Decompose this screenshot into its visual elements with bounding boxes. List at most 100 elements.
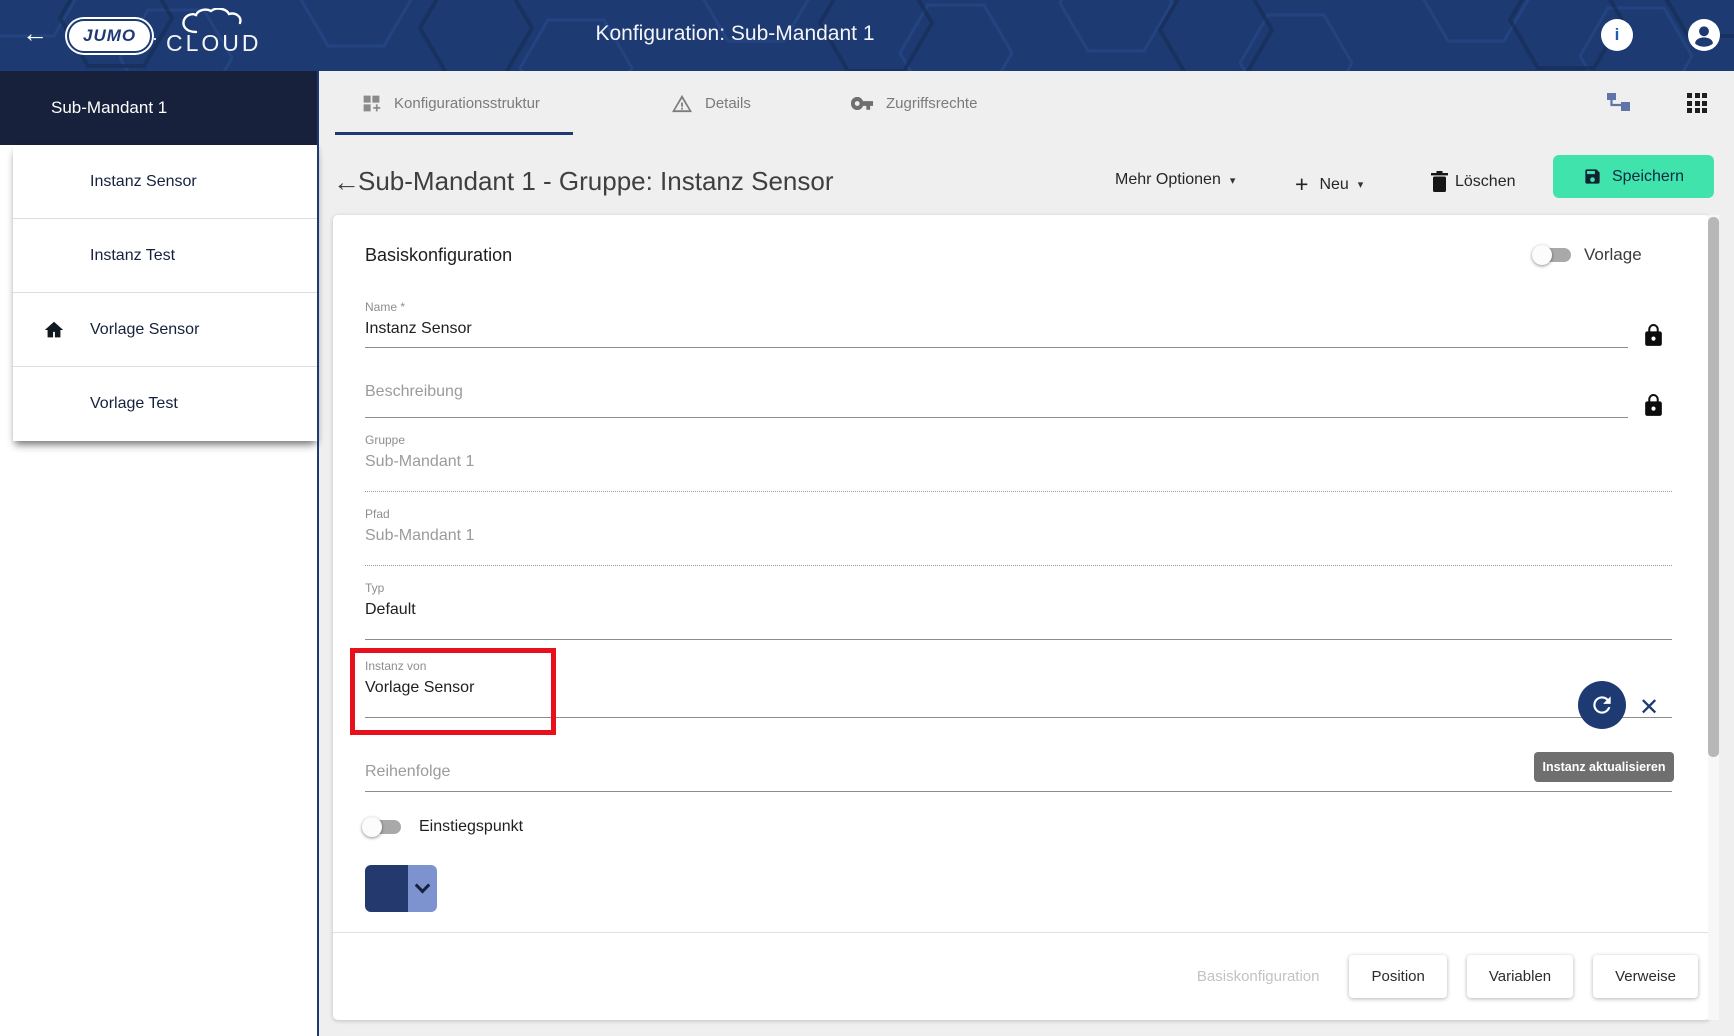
window-title: Konfiguration: Sub-Mandant 1	[535, 22, 935, 46]
sidebar-item-label: Instanz Sensor	[90, 173, 197, 191]
vorlage-toggle-row: Vorlage	[1535, 245, 1642, 265]
instanz-von-field-value: Vorlage Sensor	[365, 679, 1672, 697]
sidebar-item-label: Vorlage Test	[90, 395, 178, 413]
toggle-knob	[1532, 245, 1552, 265]
typ-field-label: Typ	[365, 581, 1672, 595]
color-picker[interactable]	[365, 865, 437, 912]
pfad-field-label: Pfad	[365, 507, 1672, 521]
tab-bar: Konfigurationsstruktur Details Zugriffsr…	[319, 71, 1734, 135]
beschreibung-field[interactable]: Beschreibung	[365, 383, 1628, 418]
save-icon	[1583, 167, 1602, 186]
new-button[interactable]: + Neu ▾	[1295, 171, 1363, 198]
gruppe-field-label: Gruppe	[365, 433, 1672, 447]
color-swatch	[365, 865, 408, 912]
trash-icon	[1431, 171, 1448, 192]
tree-view-button[interactable]	[1607, 93, 1634, 121]
beschreibung-field-placeholder: Beschreibung	[365, 383, 1628, 401]
delete-button[interactable]: Löschen	[1431, 171, 1516, 192]
top-app-bar: ← JUMO · CLOUD Konfiguration: Sub-Mandan…	[0, 0, 1734, 71]
refresh-instance-button[interactable]	[1578, 681, 1626, 729]
sidebar-tree-panel: Instanz Sensor Instanz Test Vorlage Sens…	[13, 145, 317, 441]
new-label: Neu	[1319, 176, 1348, 194]
jumo-logo: JUMO	[67, 19, 152, 53]
chevron-down-icon	[415, 878, 431, 894]
typ-field[interactable]: Typ Default	[365, 581, 1672, 640]
tab-details[interactable]: Details	[671, 71, 751, 135]
chevron-down-icon: ▾	[1230, 174, 1236, 187]
content-left-border	[317, 71, 319, 1036]
sidebar: Sub-Mandant 1 Instanz Sensor Instanz Tes…	[0, 71, 317, 1036]
verweise-button[interactable]: Verweise	[1593, 955, 1698, 998]
einstiegspunkt-label: Einstiegspunkt	[419, 818, 523, 836]
main-content: Konfigurationsstruktur Details Zugriffsr…	[319, 71, 1734, 1036]
key-icon	[851, 97, 874, 110]
tab-label: Zugriffsrechte	[886, 95, 977, 112]
instanz-von-field[interactable]: Instanz von Vorlage Sensor	[365, 659, 1672, 718]
einstiegspunkt-row: Einstiegspunkt	[365, 818, 523, 836]
back-icon[interactable]: ←	[22, 18, 48, 49]
home-icon	[43, 319, 65, 341]
basiskonfiguration-card: Basiskonfiguration Vorlage Name * Instan…	[333, 215, 1710, 1020]
gruppe-field-value: Sub-Mandant 1	[365, 453, 1672, 471]
position-button[interactable]: Position	[1349, 955, 1446, 998]
gruppe-field: Gruppe Sub-Mandant 1	[365, 433, 1672, 492]
account-icon	[1688, 19, 1720, 51]
active-tab-indicator	[335, 132, 573, 135]
sidebar-item-instanz-test[interactable]: Instanz Test	[13, 219, 317, 293]
warning-icon	[671, 93, 693, 113]
variablen-button[interactable]: Variablen	[1467, 955, 1573, 998]
account-button[interactable]	[1688, 19, 1720, 51]
clear-instance-button[interactable]: ✕	[1639, 693, 1659, 722]
logo-separator-dot: ·	[152, 28, 158, 49]
info-button[interactable]: i	[1601, 19, 1633, 51]
lock-icon	[1641, 323, 1666, 348]
sidebar-item-vorlage-sensor[interactable]: Vorlage Sensor	[13, 293, 317, 367]
section-title: Basiskonfiguration	[365, 245, 512, 266]
page-title: Sub-Mandant 1 - Gruppe: Instanz Sensor	[358, 166, 834, 197]
plus-icon: +	[1295, 171, 1308, 198]
scrollbar-thumb[interactable]	[1708, 217, 1719, 757]
einstiegspunkt-toggle[interactable]	[365, 820, 401, 834]
delete-label: Löschen	[1455, 173, 1516, 191]
vorlage-toggle-label: Vorlage	[1584, 245, 1642, 265]
name-field-label: Name *	[365, 300, 1628, 314]
save-button[interactable]: Speichern	[1553, 155, 1714, 198]
reihenfolge-field-placeholder: Reihenfolge	[365, 763, 1672, 781]
footer-disabled-label: Basiskonfiguration	[1197, 968, 1320, 985]
name-field[interactable]: Name * Instanz Sensor	[365, 300, 1628, 348]
card-footer: Basiskonfiguration Position Variablen Ve…	[333, 932, 1710, 1020]
color-picker-dropdown[interactable]	[408, 865, 437, 912]
refresh-tooltip: Instanz aktualisieren	[1534, 752, 1674, 782]
name-field-value: Instanz Sensor	[365, 320, 1628, 338]
refresh-icon	[1589, 692, 1615, 718]
pfad-field: Pfad Sub-Mandant 1	[365, 507, 1672, 566]
grid-view-button[interactable]	[1687, 93, 1707, 113]
sidebar-item-vorlage-test[interactable]: Vorlage Test	[13, 367, 317, 441]
tab-label: Konfigurationsstruktur	[394, 95, 540, 112]
grid-view-icon	[1687, 93, 1707, 113]
info-icon: i	[1615, 25, 1620, 45]
pfad-field-value: Sub-Mandant 1	[365, 527, 1672, 545]
sidebar-header: Sub-Mandant 1	[0, 71, 317, 145]
more-options-button[interactable]: Mehr Optionen ▾	[1115, 171, 1235, 189]
tab-konfigurationsstruktur[interactable]: Konfigurationsstruktur	[361, 71, 540, 135]
scrollbar-track	[1708, 215, 1719, 1020]
sidebar-item-label: Vorlage Sensor	[90, 321, 199, 339]
reihenfolge-field[interactable]: Reihenfolge	[365, 763, 1672, 792]
save-label: Speichern	[1612, 168, 1684, 186]
lock-icon	[1641, 393, 1666, 418]
tab-label: Details	[705, 95, 751, 112]
toggle-knob	[362, 817, 382, 837]
dashboard-add-icon	[361, 93, 382, 114]
sidebar-item-instanz-sensor[interactable]: Instanz Sensor	[13, 145, 317, 219]
instanz-von-field-label: Instanz von	[365, 659, 1672, 673]
page-back-button[interactable]: ←	[333, 167, 360, 198]
more-options-label: Mehr Optionen	[1115, 171, 1221, 189]
chevron-down-icon: ▾	[1358, 178, 1364, 191]
typ-field-value: Default	[365, 601, 1672, 619]
sidebar-item-label: Instanz Test	[90, 247, 175, 265]
cloud-wordmark: CLOUD	[166, 30, 262, 57]
tab-zugriffsrechte[interactable]: Zugriffsrechte	[851, 71, 977, 135]
jumo-logo-text: JUMO	[83, 26, 136, 46]
vorlage-toggle[interactable]	[1535, 248, 1571, 262]
